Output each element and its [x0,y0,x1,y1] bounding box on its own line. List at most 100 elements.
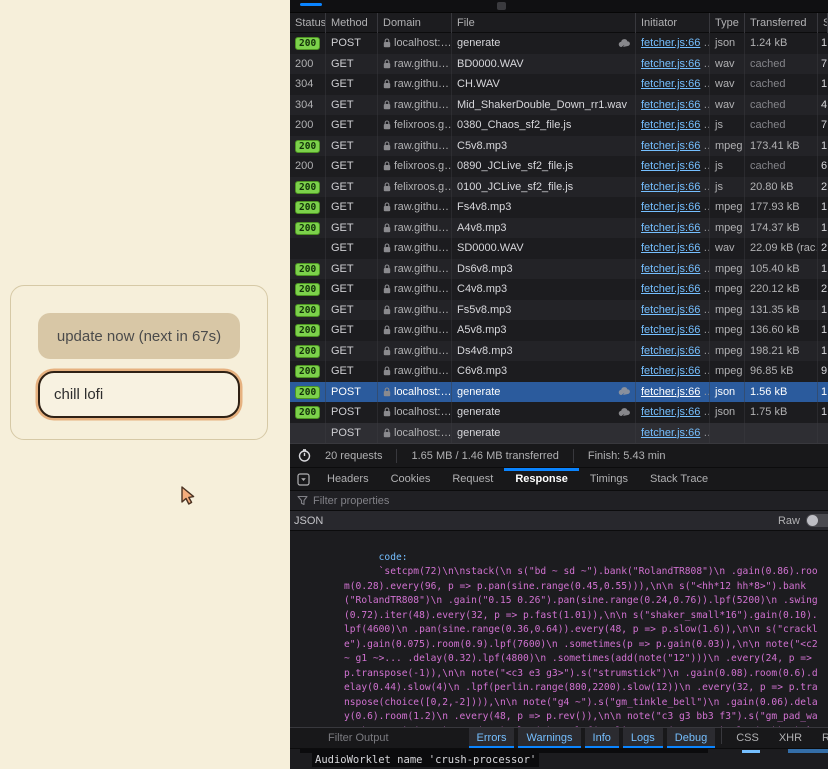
initiator-link[interactable]: fetcher.js:66 [641,119,700,131]
status-cell: 200 [290,33,326,54]
initiator-link[interactable]: fetcher.js:66 [641,386,700,398]
column-header-s[interactable]: S [818,13,828,33]
initiator-link[interactable]: fetcher.js:66 [641,324,700,336]
initiator-link[interactable]: fetcher.js:66 [641,242,700,254]
console-filter-info[interactable]: Info [585,728,619,748]
tab-cookies[interactable]: Cookies [380,468,442,490]
domain-cell: raw.githu… [378,197,452,218]
network-request-row[interactable]: 304GETraw.githu…CH.WAVfetcher.js:66 …wav… [290,74,828,95]
column-header-transferred[interactable]: Transferred [745,13,818,33]
network-request-row[interactable]: 200GETraw.githu…Fs5v8.mp3fetcher.js:66 …… [290,300,828,321]
request-detail-tabs: HeadersCookiesRequestResponseTimingsStac… [290,467,828,491]
initiator-link[interactable]: fetcher.js:66 [641,181,700,193]
clipped-log-source-link[interactable] [788,749,828,753]
initiator-link[interactable]: fetcher.js:66 [641,345,700,357]
network-request-row[interactable]: 200GETraw.githu…A4v8.mp3fetcher.js:66 …m… [290,218,828,239]
console-filter-warnings[interactable]: Warnings [518,728,580,748]
size-cell-clipped: 1 [818,33,828,54]
network-request-row[interactable]: 200GETraw.githu…Ds4v8.mp3fetcher.js:66 …… [290,341,828,362]
network-request-row[interactable]: 200GETfelixroos.g…0890_JCLive_sf2_file.j… [290,156,828,177]
status-cell: 200 [290,300,326,321]
tab-headers[interactable]: Headers [316,468,380,490]
column-header-status[interactable]: Status [290,13,326,33]
file-cell: Mid_ShakerDouble_Down_rr1.wav [452,95,636,116]
tab-response[interactable]: Response [504,468,579,490]
network-request-row[interactable]: 200GETraw.githu…A5v8.mp3fetcher.js:66 …m… [290,320,828,341]
initiator-cell: fetcher.js:66 … [636,238,710,259]
column-header-type[interactable]: Type [710,13,745,33]
lock-icon [383,264,391,274]
network-request-row[interactable]: 200GETfelixroos.g…0100_JCLive_sf2_file.j… [290,177,828,198]
console-filter-errors[interactable]: Errors [469,728,515,748]
tab-request[interactable]: Request [441,468,504,490]
initiator-cell: fetcher.js:66 … [636,156,710,177]
domain-cell: raw.githu… [378,54,452,75]
console-filter-xhr[interactable]: XHR [771,728,810,748]
type-cell [710,423,745,444]
column-header-domain[interactable]: Domain [378,13,452,33]
network-request-row[interactable]: 200GETraw.githu…BD0000.WAVfetcher.js:66 … [290,54,828,75]
tab-stack-trace[interactable]: Stack Trace [639,468,719,490]
type-cell: js [710,115,745,136]
initiator-link[interactable]: fetcher.js:66 [641,99,700,111]
network-request-row[interactable]: 200GETraw.githu…Ds6v8.mp3fetcher.js:66 …… [290,259,828,280]
column-header-file[interactable]: File [452,13,636,33]
method-cell: POST [326,423,378,444]
initiator-cell: fetcher.js:66 … [636,54,710,75]
update-now-button[interactable]: update now (next in 67s) [38,313,240,359]
filter-properties-bar[interactable]: Filter properties [290,491,828,511]
response-code-property[interactable]: code: `setcpm(72)\n\nstack(\n s("bd ~ sd… [298,536,820,727]
console-log-message[interactable]: AudioWorklet name 'crush-processor' [312,753,539,767]
initiator-cell: fetcher.js:66 … [636,423,710,444]
initiator-link[interactable]: fetcher.js:66 [641,140,700,152]
console-filter-requests[interactable]: Requests [814,728,828,748]
initiator-cell: fetcher.js:66 … [636,402,710,423]
initiator-link[interactable]: fetcher.js:66 [641,304,700,316]
column-header-initiator[interactable]: Initiator [636,13,710,33]
network-request-row[interactable]: 200GETraw.githu…Fs4v8.mp3fetcher.js:66 …… [290,197,828,218]
lock-icon [383,407,391,417]
initiator-link[interactable]: fetcher.js:66 [641,37,700,49]
initiator-link[interactable]: fetcher.js:66 [641,78,700,90]
transferred-cell: 1.24 kB [745,33,818,54]
initiator-link[interactable]: fetcher.js:66 [641,201,700,213]
initiator-link[interactable]: fetcher.js:66 [641,365,700,377]
type-cell: mpeg [710,197,745,218]
prompt-input[interactable] [38,371,240,418]
console-filter-css[interactable]: CSS [728,728,767,748]
initiator-link[interactable]: fetcher.js:66 [641,263,700,275]
initiator-link[interactable]: fetcher.js:66 [641,283,700,295]
network-request-row[interactable]: 200POSTlocalhost:…generatefetcher.js:66 … [290,33,828,54]
file-cell: generate [452,423,636,444]
network-request-row[interactable]: 200GETraw.githu…C6v8.mp3fetcher.js:66 …m… [290,361,828,382]
split-panel-icon[interactable] [290,468,316,490]
column-header-method[interactable]: Method [326,13,378,33]
network-request-row[interactable]: GETraw.githu…SD0000.WAVfetcher.js:66 …wa… [290,238,828,259]
filter-output-placeholder[interactable]: Filter Output [328,732,389,744]
network-request-row[interactable]: 200POSTlocalhost:…generatefetcher.js:66 … [290,402,828,423]
domain-cell: localhost:… [378,33,452,54]
raw-toggle-switch[interactable] [806,514,828,527]
network-request-row[interactable]: 200GETraw.githu…C5v8.mp3fetcher.js:66 …m… [290,136,828,157]
console-filter-debug[interactable]: Debug [667,728,715,748]
network-request-row[interactable]: POSTlocalhost:…generatefetcher.js:66 … [290,423,828,444]
initiator-link[interactable]: fetcher.js:66 [641,160,700,172]
transferred-cell: cached [745,115,818,136]
initiator-link[interactable]: fetcher.js:66 [641,427,700,439]
json-section-header[interactable]: JSON Raw [290,511,828,531]
method-cell: GET [326,197,378,218]
network-request-row[interactable]: 200POSTlocalhost:…generatefetcher.js:66 … [290,382,828,403]
domain-cell: raw.githu… [378,320,452,341]
console-filter-logs[interactable]: Logs [623,728,663,748]
transferred-cell: cached [745,74,818,95]
network-request-row[interactable]: 200GETraw.githu…C4v8.mp3fetcher.js:66 …m… [290,279,828,300]
transferred-cell: 136.60 kB [745,320,818,341]
tab-timings[interactable]: Timings [579,468,639,490]
initiator-link[interactable]: fetcher.js:66 [641,406,700,418]
network-request-row[interactable]: 304GETraw.githu…Mid_ShakerDouble_Down_rr… [290,95,828,116]
initiator-link[interactable]: fetcher.js:66 [641,58,700,70]
file-cell: generate [452,33,636,54]
network-table-header: StatusMethodDomainFileInitiatorTypeTrans… [290,13,828,33]
network-request-row[interactable]: 200GETfelixroos.g…0380_Chaos_sf2_file.js… [290,115,828,136]
initiator-link[interactable]: fetcher.js:66 [641,222,700,234]
